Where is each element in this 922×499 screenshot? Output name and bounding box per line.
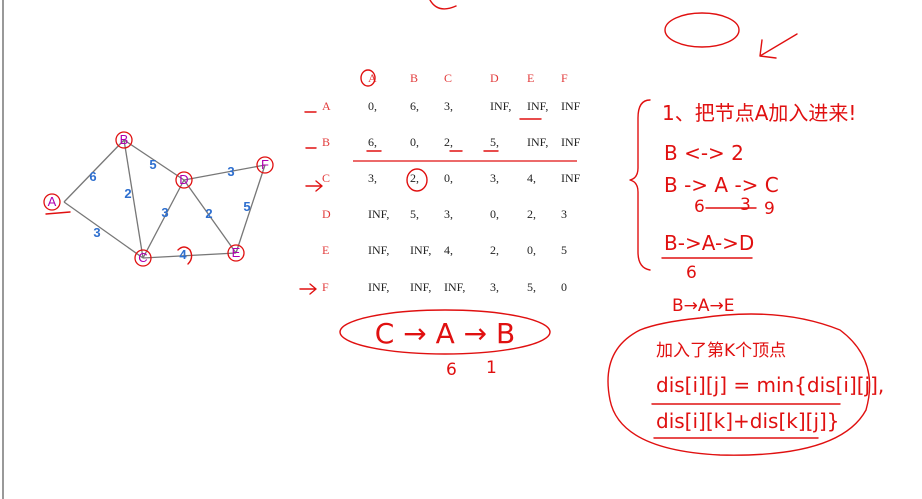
edge-weight-bd: 5 — [149, 157, 156, 172]
graph-edge-df — [183, 164, 266, 181]
path-oval-group: C → A → B 6 1 — [339, 309, 551, 380]
matrix-row-label-f: F — [322, 280, 329, 294]
formula-group: 加入了第K个顶点 dis[i][j] = min{dis[i][j], dis[… — [607, 313, 884, 456]
row-marker-c-arrow — [305, 180, 323, 192]
notes-panel: 1、把节点A加入进来! B <-> 2 B -> A -> C 6 3 9 B-… — [629, 99, 856, 316]
matrix-cell: INF, — [410, 280, 431, 294]
matrix-col-header-e: E — [527, 71, 534, 85]
matrix-row-label-b: B — [322, 135, 330, 149]
edge-weight-ab: 6 — [89, 169, 96, 184]
matrix-cell: INF — [561, 135, 581, 149]
row-marker-f-arrow — [299, 283, 317, 295]
matrix-cell: INF, — [527, 135, 548, 149]
notes-brace — [629, 99, 651, 271]
matrix-cell: INF, — [410, 243, 431, 257]
matrix-cell: 0, — [444, 171, 453, 185]
matrix-cell: 5, — [490, 135, 499, 149]
node-label-c: C — [138, 250, 147, 265]
edge-weight-ac: 3 — [93, 225, 100, 240]
node-label-d: D — [179, 172, 188, 187]
matrix-underlines — [366, 118, 542, 152]
top-right-arrow — [759, 33, 798, 59]
formula-line-1: dis[i][j] = min{dis[i][j], — [656, 373, 884, 397]
oval-number-6: 6 — [446, 360, 457, 380]
matrix-cell: 6, — [368, 135, 377, 149]
matrix-cell: 3 — [561, 207, 567, 221]
matrix-cell: INF, — [368, 207, 389, 221]
note-line-4: B→A→E — [672, 296, 735, 316]
step-title: 1、把节点A加入进来! — [662, 101, 856, 125]
matrix-cell: 5, — [527, 280, 536, 294]
matrix-cell: 3, — [444, 207, 453, 221]
edge-weight-ce: 4 — [179, 247, 187, 262]
graph-edge-ac — [63, 201, 144, 259]
matrix-row-label-a: A — [322, 99, 331, 113]
edge-weight-cd: 3 — [161, 205, 168, 220]
matrix-col-header-b: B — [410, 71, 418, 85]
matrix-col-header-d: D — [490, 71, 499, 85]
matrix-cell: 5, — [410, 207, 419, 221]
edge-weight-de: 2 — [205, 206, 212, 221]
edge-weight-ef: 5 — [243, 199, 250, 214]
matrix-cell: 0, — [368, 99, 377, 113]
note-line-2: B -> A -> C — [664, 173, 779, 197]
top-scribble-arc — [429, 0, 457, 10]
top-right-oval — [664, 12, 740, 48]
formula-line-2: dis[i][k]+dis[k][j]} — [656, 409, 840, 433]
matrix-cell: 0, — [410, 135, 419, 149]
node-label-e: E — [232, 245, 241, 260]
node-a-underline — [45, 211, 71, 215]
note-line-2-sub-3: 3 — [740, 195, 751, 215]
note-line-2-sub-9: 9 — [764, 199, 775, 219]
matrix-cell: 3, — [444, 99, 453, 113]
matrix-cell: 2, — [410, 171, 419, 185]
matrix-cell: 3, — [490, 171, 499, 185]
matrix-cell: 3, — [490, 280, 499, 294]
matrix-cell: 5 — [561, 243, 567, 257]
matrix-cell: 2, — [444, 135, 453, 149]
matrix-cell: 0, — [490, 207, 499, 221]
matrix-cell: 2, — [490, 243, 499, 257]
matrix-cell: 3, — [368, 171, 377, 185]
note-line-1: B <-> 2 — [664, 141, 744, 165]
matrix-cell: INF, — [368, 280, 389, 294]
matrix-col-header-c: C — [444, 71, 452, 85]
matrix-row-label-c: C — [322, 171, 330, 185]
graph-diagram: 6 3 2 5 3 4 2 3 5 A B C D E F — [43, 131, 274, 267]
formula-title: 加入了第K个顶点 — [656, 341, 786, 361]
whiteboard-canvas: 6 3 2 5 3 4 2 3 5 A B C D E F A B C D E F A 0, 6, 3, INF, INF, I… — [2, 0, 884, 499]
node-label-f: F — [261, 157, 269, 172]
matrix-cell: INF — [561, 99, 581, 113]
matrix-cell: INF, — [368, 243, 389, 257]
matrix-cell: 6, — [410, 99, 419, 113]
matrix-cell: 2, — [527, 207, 536, 221]
matrix-cell: 4, — [527, 171, 536, 185]
note-line-2-sub-6: 6 — [694, 197, 705, 217]
edge-weight-bc: 2 — [124, 186, 131, 201]
node-label-a: A — [48, 194, 57, 209]
matrix-cell: 0 — [561, 280, 567, 294]
note-line-3: B->A->D — [664, 231, 754, 255]
matrix-cell: INF — [561, 171, 581, 185]
adjacency-matrix: ABCDEF A 0, 6, 3, INF, INF, INFB 6, 0, 2, 5, INF, IN… — [299, 69, 581, 295]
matrix-row-label-d: D — [322, 207, 331, 221]
graph-edge-ce — [142, 252, 237, 259]
matrix-cell: 0, — [527, 243, 536, 257]
node-label-b: B — [120, 132, 129, 147]
matrix-cell: INF, — [490, 99, 511, 113]
edge-weight-df: 3 — [227, 164, 234, 179]
matrix-cell: INF, — [527, 99, 548, 113]
matrix-col-header-f: F — [561, 71, 568, 85]
path-oval-text: C → A → B — [375, 317, 515, 350]
matrix-cell: 4, — [444, 243, 453, 257]
note-line-3-sub: 6 — [686, 263, 697, 283]
matrix-cell: INF, — [444, 280, 465, 294]
matrix-row-label-e: E — [322, 243, 329, 257]
oval-number-1: 1 — [486, 358, 497, 378]
